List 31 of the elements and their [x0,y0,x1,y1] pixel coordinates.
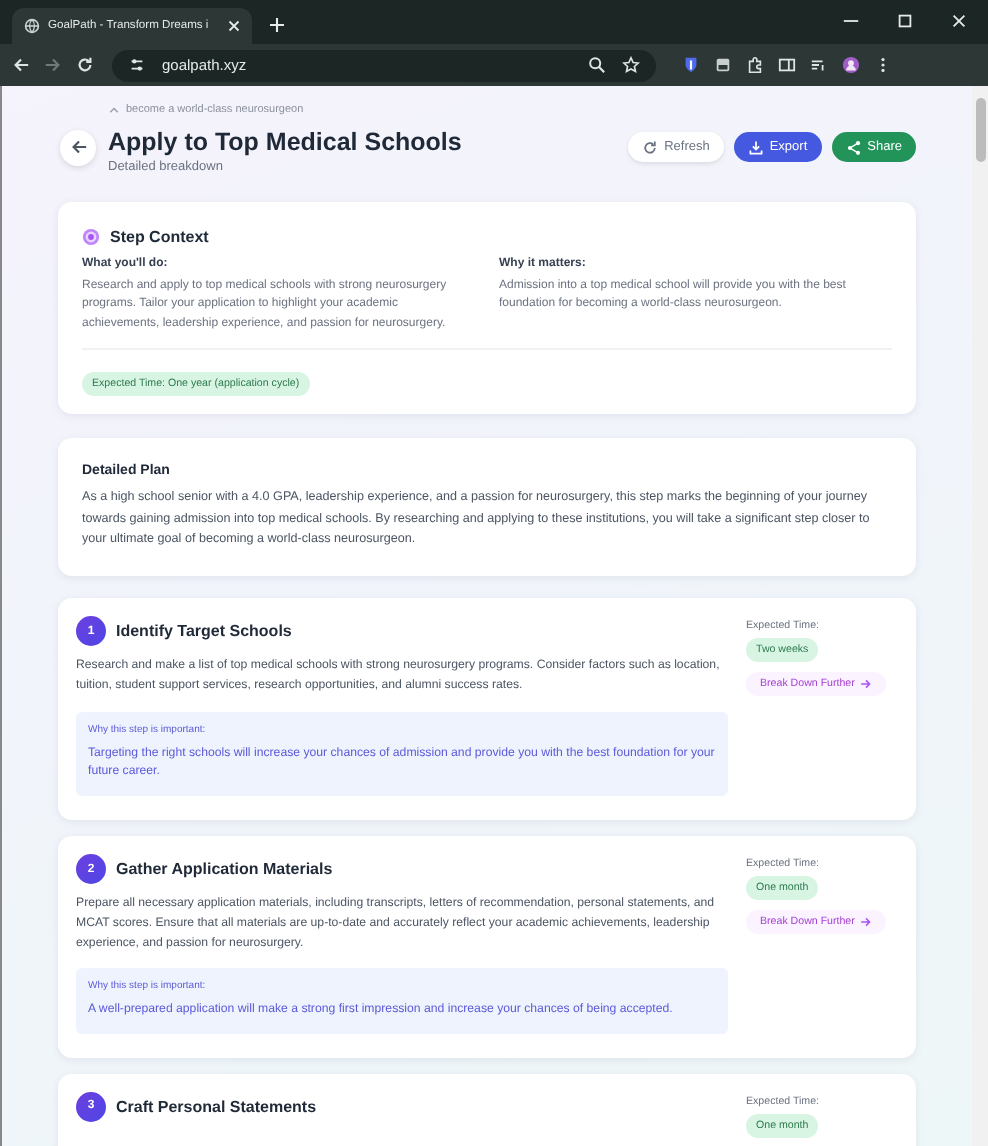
star-icon[interactable] [622,56,640,74]
back-icon[interactable] [12,56,30,74]
close-icon[interactable] [228,20,240,32]
maximize-icon[interactable] [896,12,914,30]
download-icon [747,139,764,155]
forward-icon[interactable] [44,56,62,74]
arrow-right-icon [860,916,873,929]
avatar-icon[interactable] [842,56,860,74]
close-icon[interactable] [950,12,968,30]
arrow-right-icon [860,678,873,691]
sidebar-icon[interactable] [778,56,796,74]
site-settings-icon[interactable] [128,56,146,74]
globe-icon [24,18,40,34]
page-title: Apply to Top Medical Schools [108,128,462,156]
reload-icon[interactable] [76,56,94,74]
puzzle-icon[interactable] [746,56,764,74]
arrow-left-icon [69,138,87,156]
target-icon [82,228,100,246]
step-title: Identify Target Schools [116,622,292,641]
step-title: Gather Application Materials [116,860,333,879]
zoom-icon[interactable] [588,56,606,74]
share-icon [845,139,862,155]
extension-icon[interactable] [714,56,732,74]
shield-icon[interactable] [682,56,700,74]
new-tab-icon[interactable] [270,18,284,32]
step-title: Craft Personal Statements [116,1097,317,1116]
refresh-icon [642,139,659,155]
scrollbar[interactable] [972,86,988,1146]
card-title: Step Context [110,228,209,246]
back-button[interactable] [60,129,96,165]
chevron-up-icon [108,104,120,116]
